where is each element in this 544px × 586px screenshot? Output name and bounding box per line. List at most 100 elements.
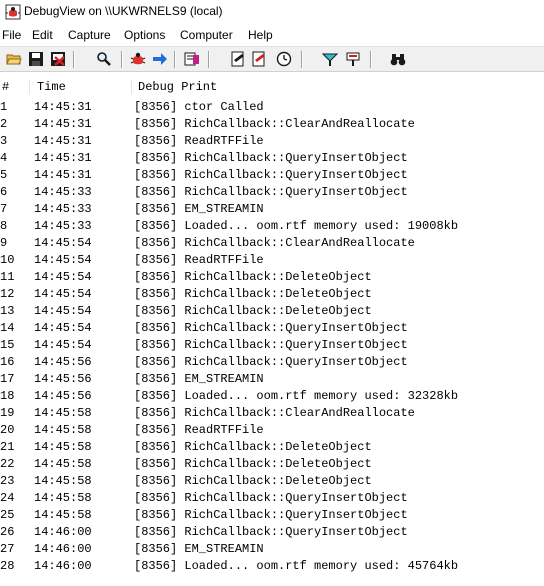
log-row[interactable]: 23 14:45:58 [8356] RichCallback::DeleteObj… [0, 473, 544, 490]
row-number: 11 [0, 270, 15, 284]
row-debug-print: [8356] EM_STREAMIN [134, 202, 264, 216]
window-title: DebugView on \\UKWRNELS9 (local) [24, 4, 223, 18]
row-time: 14:45:31 [34, 100, 92, 114]
row-number: 12 [0, 287, 15, 301]
open-icon[interactable] [6, 51, 22, 67]
log-row[interactable]: 19 14:45:58 [8356] RichCallback::ClearAndR… [0, 405, 544, 422]
row-number: 22 [0, 457, 15, 471]
log-row[interactable]: 15 14:45:54 [8356] RichCallback::QueryInse… [0, 337, 544, 354]
autoscroll-icon[interactable] [152, 51, 168, 67]
log-row[interactable]: 16 14:45:56 [8356] RichCallback::QueryInse… [0, 354, 544, 371]
log-row[interactable]: 22 14:45:58 [8356] RichCallback::DeleteObj… [0, 456, 544, 473]
time-format-icon[interactable] [322, 51, 338, 67]
log-row[interactable]: 8 14:45:33 [8356] Loaded... oom.rtf memory… [0, 218, 544, 235]
menu-help[interactable]: Help [248, 28, 273, 42]
row-time: 14:46:00 [34, 542, 92, 556]
row-number: 19 [0, 406, 15, 420]
log-row[interactable]: 18 14:45:56 [8356] Loaded... oom.rtf memor… [0, 388, 544, 405]
log-row[interactable]: 6 14:45:33 [8356] RichCallback::QueryInser… [0, 184, 544, 201]
log-row[interactable]: 7 14:45:33 [8356] EM_STREAMIN [0, 201, 544, 218]
log-row[interactable]: 20 14:45:58 [8356] ReadRTFFile [0, 422, 544, 439]
log-row[interactable]: 24 14:45:58 [8356] RichCallback::QueryInse… [0, 490, 544, 507]
row-debug-print: [8356] RichCallback::DeleteObject [134, 474, 372, 488]
row-debug-print: [8356] RichCallback::QueryInsertObject [134, 491, 408, 505]
log-row[interactable]: 4 14:45:31 [8356] RichCallback::QueryInser… [0, 150, 544, 167]
row-number: 8 [0, 219, 8, 233]
search-binoculars-icon[interactable] [390, 51, 406, 67]
row-time: 14:45:54 [34, 236, 92, 250]
row-number: 13 [0, 304, 15, 318]
row-time: 14:45:31 [34, 134, 92, 148]
log-row[interactable]: 11 14:45:54 [8356] RichCallback::DeleteObj… [0, 269, 544, 286]
row-time: 14:45:33 [34, 185, 92, 199]
log-row[interactable]: 25 14:45:58 [8356] RichCallback::QueryInse… [0, 507, 544, 524]
row-number: 6 [0, 185, 8, 199]
column-header-debug-print[interactable]: Debug Print [138, 78, 217, 96]
menu-file[interactable]: File [2, 28, 21, 42]
column-header-time[interactable]: Time [37, 78, 66, 96]
log-row[interactable]: 12 14:45:54 [8356] RichCallback::DeleteObj… [0, 286, 544, 303]
column-divider[interactable] [131, 80, 132, 94]
row-debug-print: [8356] Loaded... oom.rtf memory used: 45… [134, 559, 459, 573]
history-icon[interactable] [345, 51, 361, 67]
log-row[interactable]: 21 14:45:58 [8356] RichCallback::DeleteObj… [0, 439, 544, 456]
filter-icon[interactable] [251, 51, 267, 67]
row-number: 24 [0, 491, 15, 505]
row-time: 14:45:56 [34, 372, 92, 386]
menu-capture[interactable]: Capture [68, 28, 111, 42]
row-time: 14:45:54 [34, 304, 92, 318]
capture-icon[interactable] [130, 51, 146, 67]
row-debug-print: [8356] RichCallback::QueryInsertObject [134, 525, 408, 539]
row-time: 14:45:58 [34, 457, 92, 471]
log-row[interactable]: 3 14:45:31 [8356] ReadRTFFile [0, 133, 544, 150]
row-debug-print: [8356] Loaded... oom.rtf memory used: 32… [134, 389, 459, 403]
row-debug-print: [8356] EM_STREAMIN [134, 372, 264, 386]
toolbar-separator [73, 51, 74, 68]
log-row[interactable]: 27 14:46:00 [8356] EM_STREAMIN [0, 541, 544, 558]
row-time: 14:45:58 [34, 406, 92, 420]
row-number: 7 [0, 202, 8, 216]
log-row[interactable]: 10 14:45:54 [8356] ReadRTFFile [0, 252, 544, 269]
row-time: 14:45:33 [34, 202, 92, 216]
menu-options[interactable]: Options [124, 28, 165, 42]
row-time: 14:45:56 [34, 389, 92, 403]
row-number: 21 [0, 440, 15, 454]
log-row[interactable]: 9 14:45:54 [8356] RichCallback::ClearAndRe… [0, 235, 544, 252]
log-row[interactable]: 14 14:45:54 [8356] RichCallback::QueryInse… [0, 320, 544, 337]
save-icon[interactable] [28, 51, 44, 67]
toolbar-separator [121, 51, 122, 68]
row-debug-print: [8356] ReadRTFFile [134, 134, 264, 148]
find-icon[interactable] [96, 51, 112, 67]
column-header-num[interactable]: # [2, 78, 9, 96]
row-number: 18 [0, 389, 15, 403]
row-debug-print: [8356] ctor Called [134, 100, 264, 114]
title-bar: DebugView on \\UKWRNELS9 (local) [0, 0, 544, 24]
log-row[interactable]: 28 14:46:00 [8356] Loaded... oom.rtf memor… [0, 558, 544, 575]
options-icon[interactable] [276, 51, 292, 67]
log-row[interactable]: 26 14:46:00 [8356] RichCallback::QueryInse… [0, 524, 544, 541]
highlight-icon[interactable] [230, 51, 246, 67]
log-row[interactable]: 2 14:45:31 [8356] RichCallback::ClearAndRe… [0, 116, 544, 133]
row-number: 16 [0, 355, 15, 369]
log-row[interactable]: 1 14:45:31 [8356] ctor Called [0, 99, 544, 116]
row-time: 14:45:58 [34, 474, 92, 488]
row-number: 5 [0, 168, 8, 182]
clock-icon[interactable] [184, 51, 200, 67]
row-debug-print: [8356] RichCallback::ClearAndReallocate [134, 406, 415, 420]
log-row[interactable]: 13 14:45:54 [8356] RichCallback::DeleteObj… [0, 303, 544, 320]
log-row[interactable]: 17 14:45:56 [8356] EM_STREAMIN [0, 371, 544, 388]
column-header: # Time Debug Print [0, 78, 544, 96]
row-time: 14:45:58 [34, 491, 92, 505]
row-number: 20 [0, 423, 15, 437]
row-number: 1 [0, 100, 8, 114]
clear-display-icon[interactable] [50, 51, 66, 67]
row-debug-print: [8356] RichCallback::DeleteObject [134, 287, 372, 301]
column-divider[interactable] [29, 80, 30, 94]
menu-computer[interactable]: Computer [180, 28, 233, 42]
row-number: 14 [0, 321, 15, 335]
log-row[interactable]: 5 14:45:31 [8356] RichCallback::QueryInser… [0, 167, 544, 184]
row-time: 14:45:54 [34, 253, 92, 267]
row-time: 14:45:58 [34, 508, 92, 522]
menu-edit[interactable]: Edit [32, 28, 53, 42]
menu-bar: File Edit Capture Options Computer Help [0, 26, 544, 46]
